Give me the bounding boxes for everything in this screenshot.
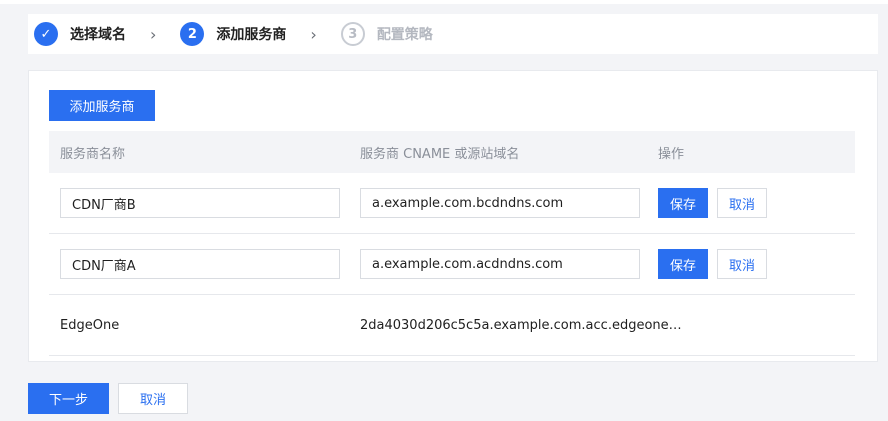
provider-name-input[interactable]: CDN厂商A <box>60 249 340 279</box>
column-header-name: 服务商名称 <box>60 146 126 162</box>
checkmark-icon: ✓ <box>34 22 58 46</box>
steps-bar: ✓ 选择域名 › 2 添加服务商 › 3 配置策略 <box>28 14 878 54</box>
step-label: 配置策略 <box>376 27 433 43</box>
next-step-button[interactable]: 下一步 <box>28 383 109 414</box>
cancel-button[interactable]: 取消 <box>118 383 188 414</box>
column-header-actions: 操作 <box>658 146 685 162</box>
provider-name-input[interactable]: CDN厂商B <box>60 188 340 218</box>
provider-card: 添加服务商 服务商名称 服务商 CNAME 或源站域名 操作 CDN厂商B a.… <box>28 70 878 362</box>
column-header-cname: 服务商 CNAME 或源站域名 <box>360 146 520 162</box>
save-button[interactable]: 保存 <box>658 188 708 218</box>
cname-input[interactable]: a.example.com.bcdndns.com <box>360 188 640 218</box>
table-row: CDN厂商B a.example.com.bcdndns.com 保存 取消 <box>49 173 855 234</box>
table-row: CDN厂商A a.example.com.acdndns.com 保存 取消 <box>49 234 855 295</box>
step-number: 3 <box>340 22 365 46</box>
step-select-domain[interactable]: ✓ 选择域名 <box>34 22 126 46</box>
cname-value: 2da4030d206c5c5a.example.com.acc.edgeone… <box>360 317 682 333</box>
provider-name: EdgeOne <box>60 317 120 333</box>
step-configure-policy: 3 配置策略 <box>340 22 433 46</box>
cname-input[interactable]: a.example.com.acdndns.com <box>360 249 640 279</box>
step-number: 2 <box>180 22 205 46</box>
step-label: 选择域名 <box>70 27 126 43</box>
chevron-right-icon: › <box>150 24 157 44</box>
step-label: 添加服务商 <box>216 27 287 43</box>
table-row: EdgeOne 2da4030d206c5c5a.example.com.acc… <box>49 295 855 356</box>
save-button[interactable]: 保存 <box>658 249 708 279</box>
top-strip <box>0 0 888 4</box>
step-add-provider[interactable]: 2 添加服务商 <box>180 22 286 46</box>
provider-table: 服务商名称 服务商 CNAME 或源站域名 操作 CDN厂商B a.exampl… <box>49 131 855 356</box>
add-provider-button[interactable]: 添加服务商 <box>49 90 155 121</box>
cancel-button[interactable]: 取消 <box>717 249 767 279</box>
chevron-right-icon: › <box>310 24 317 44</box>
cancel-button[interactable]: 取消 <box>717 188 767 218</box>
table-header: 服务商名称 服务商 CNAME 或源站域名 操作 <box>49 131 855 173</box>
